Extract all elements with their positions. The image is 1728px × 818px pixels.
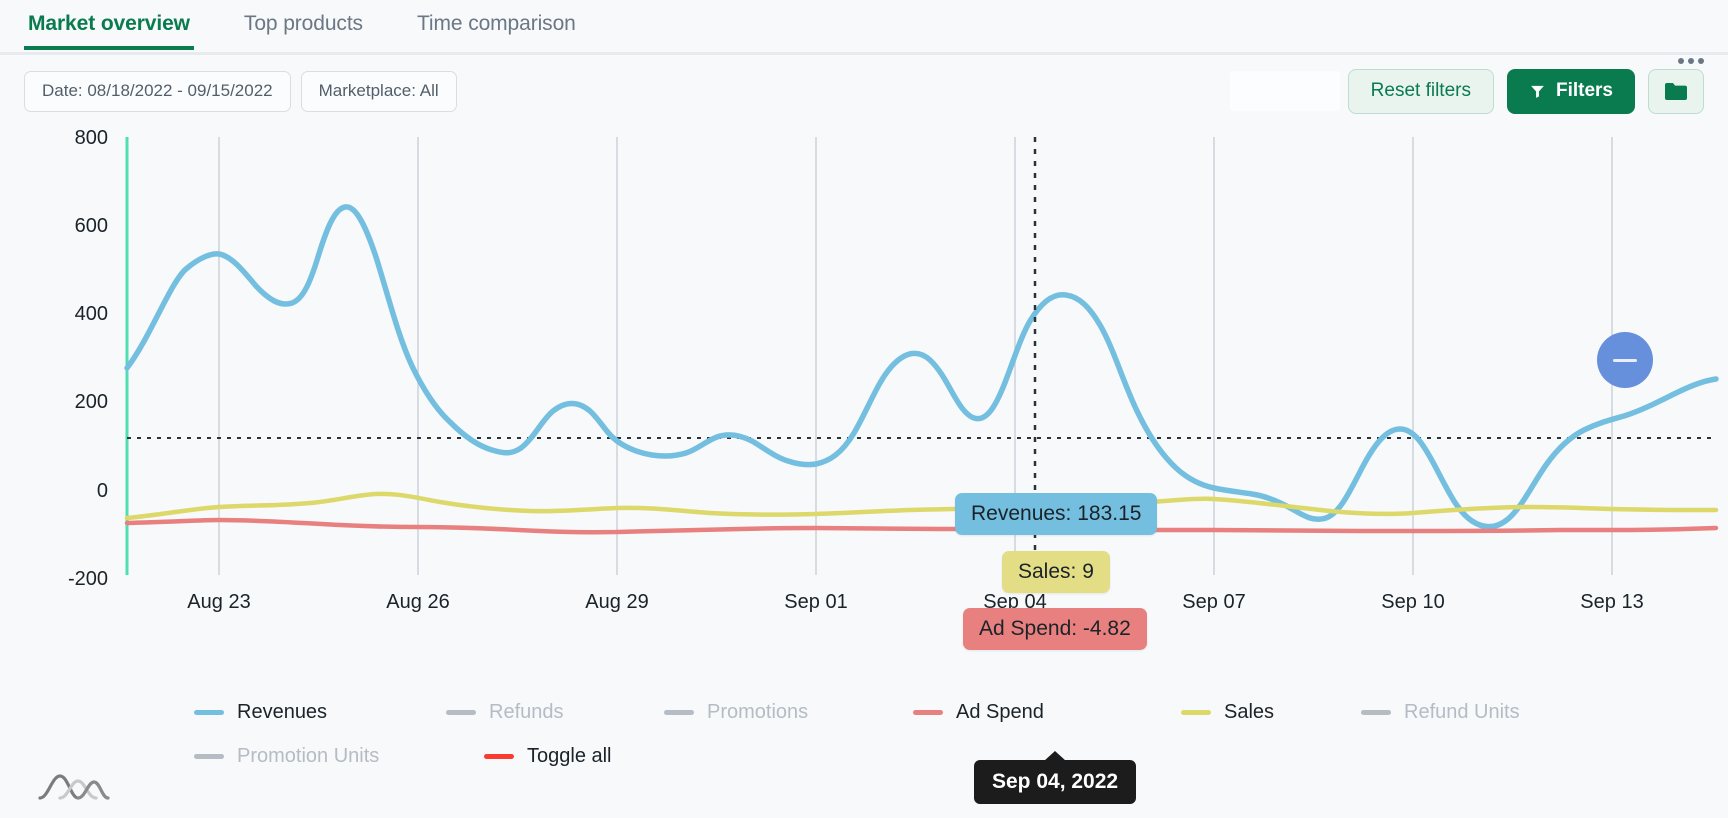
legend-label: Toggle all xyxy=(527,744,612,767)
chart-legend: Revenues Refunds Promotions Ad Spend Sal… xyxy=(0,690,1728,778)
legend-swatch-icon xyxy=(1181,709,1211,715)
tooltip-ad-spend: Ad Spend: -4.82 xyxy=(963,608,1147,650)
app-logo-icon xyxy=(38,774,110,800)
chart-legend-row: Promotion Units Toggle all xyxy=(24,734,1704,778)
legend-swatch-icon xyxy=(664,709,694,715)
date-range-filter-chip[interactable]: Date: 08/18/2022 - 09/15/2022 xyxy=(24,70,291,112)
legend-swatch-icon xyxy=(194,753,224,759)
legend-swatch-icon xyxy=(194,709,224,715)
tab-label: Time comparison xyxy=(416,12,576,35)
tooltip-revenues-text: Revenues: 183.15 xyxy=(971,502,1142,525)
filters-button-label: Filters xyxy=(1555,80,1613,101)
legend-item-sales[interactable]: Sales xyxy=(1181,701,1361,724)
tab-top-products[interactable]: Top products xyxy=(240,0,367,50)
tab-time-comparison[interactable]: Time comparison xyxy=(413,0,580,50)
filter-bar: Date: 08/18/2022 - 09/15/2022 Marketplac… xyxy=(0,55,1728,127)
legend-label: Promotion Units xyxy=(237,744,380,767)
funnel-icon xyxy=(1531,85,1544,98)
reset-filters-label: Reset filters xyxy=(1370,80,1471,101)
legend-label: Revenues xyxy=(237,700,328,723)
legend-label: Refunds xyxy=(489,700,564,723)
more-options-icon-dot xyxy=(1678,58,1684,64)
legend-swatch-icon xyxy=(1361,709,1391,715)
tooltip-sales: Sales: 9 xyxy=(1002,551,1110,593)
more-options-button[interactable] xyxy=(1678,58,1704,64)
marketplace-filter-label: Marketplace: All xyxy=(318,81,439,100)
minus-icon xyxy=(1613,358,1637,362)
tab-market-overview[interactable]: Market overview xyxy=(24,0,194,50)
legend-item-refunds[interactable]: Refunds xyxy=(446,701,664,724)
filter-bar-placeholder-block xyxy=(1229,71,1340,111)
chart-legend-row: Revenues Refunds Promotions Ad Spend Sal… xyxy=(24,690,1704,734)
legend-item-revenues[interactable]: Revenues xyxy=(194,701,446,724)
tooltip-revenues: Revenues: 183.15 xyxy=(955,493,1158,535)
legend-swatch-icon xyxy=(446,709,476,715)
filters-button[interactable]: Filters xyxy=(1506,68,1635,114)
chart-zoom-out-button[interactable] xyxy=(1597,332,1653,388)
folder-icon xyxy=(1665,82,1687,100)
more-options-icon-dot xyxy=(1698,58,1704,64)
date-range-filter-label: Date: 08/18/2022 - 09/15/2022 xyxy=(42,81,273,100)
legend-item-promotions[interactable]: Promotions xyxy=(664,701,913,724)
chart-crosshair-layer xyxy=(1033,137,1037,575)
tab-label: Market overview xyxy=(28,12,190,35)
tooltip-ad-spend-text: Ad Spend: -4.82 xyxy=(979,617,1131,640)
legend-label: Sales xyxy=(1224,700,1275,723)
legend-label: Promotions xyxy=(707,700,809,723)
saved-views-button[interactable] xyxy=(1648,68,1704,114)
tab-label: Top products xyxy=(243,12,363,35)
legend-item-promotion-units[interactable]: Promotion Units xyxy=(194,745,484,768)
marketplace-filter-chip[interactable]: Marketplace: All xyxy=(300,70,457,112)
chart-area[interactable]: 800 600 400 200 0 -200 Aug 23 Aug 26 Aug… xyxy=(0,123,1728,804)
legend-label: Ad Spend xyxy=(956,700,1044,723)
legend-swatch-icon xyxy=(484,753,514,759)
legend-label: Refund Units xyxy=(1404,700,1520,723)
more-options-icon-dot xyxy=(1688,58,1694,64)
tab-bar: Market overview Top products Time compar… xyxy=(0,0,1728,55)
legend-swatch-icon xyxy=(913,709,943,715)
legend-item-toggle-all[interactable]: Toggle all xyxy=(484,745,612,768)
tooltip-sales-text: Sales: 9 xyxy=(1018,560,1094,583)
reset-filters-button[interactable]: Reset filters xyxy=(1347,68,1494,114)
legend-item-refund-units[interactable]: Refund Units xyxy=(1361,701,1520,724)
legend-item-ad-spend[interactable]: Ad Spend xyxy=(913,701,1181,724)
